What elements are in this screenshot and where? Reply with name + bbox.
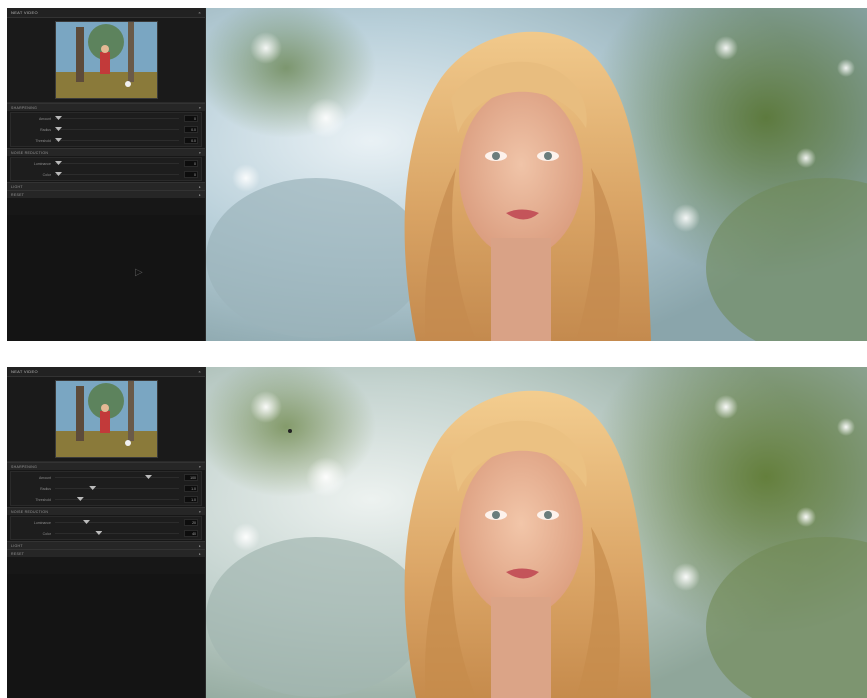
sharpening-section-header[interactable]: SHARPENING ▾ — [7, 103, 205, 111]
video-frame — [206, 367, 867, 698]
collapse-icon[interactable]: ▾ — [199, 465, 201, 469]
slider-value[interactable]: 0.0 — [184, 137, 198, 144]
slider-threshold[interactable]: Threshold 1.0 — [11, 494, 201, 505]
slider-value[interactable]: 0 — [184, 115, 198, 122]
slider-track[interactable] — [55, 533, 179, 534]
slider-luminance[interactable]: Luminance 20 — [11, 517, 201, 528]
top-screenshot: NEAT VIDEO × SHARPENING ▾ Amount 0 Radiu… — [7, 8, 867, 341]
slider-luminance[interactable]: Luminance 0 — [11, 158, 201, 169]
video-frame — [206, 8, 867, 341]
collapse-icon[interactable]: ▾ — [199, 510, 201, 514]
reset-section-header[interactable]: RESET ▸ — [7, 549, 205, 557]
slider-label: Color — [42, 172, 51, 177]
editor-panel: NEAT VIDEO × SHARPENING ▾ Amount — [7, 367, 206, 698]
slider-label: Color — [42, 531, 51, 536]
slider-label: Luminance — [33, 161, 51, 166]
noise-reduction-label: NOISE REDUCTION — [11, 150, 49, 155]
slider-amount[interactable]: Amount 0 — [11, 113, 201, 124]
slider-label: Radius — [40, 486, 51, 491]
close-icon[interactable]: × — [198, 369, 201, 374]
slider-label: Threshold — [35, 497, 51, 502]
slider-radius[interactable]: Radius 0.0 — [11, 124, 201, 135]
slider-value[interactable]: 100 — [184, 474, 198, 481]
slider-label: Amount — [38, 116, 51, 121]
slider-value[interactable]: 40 — [184, 530, 198, 537]
slider-track[interactable] — [55, 129, 179, 130]
slider-track[interactable] — [55, 174, 179, 175]
mouse-cursor-icon: ▷ — [135, 267, 143, 278]
light-section-header[interactable]: LIGHT ▸ — [7, 182, 205, 190]
slider-label: Amount — [38, 475, 51, 480]
collapse-icon[interactable]: ▾ — [199, 151, 201, 155]
slider-value[interactable]: 1.0 — [184, 496, 198, 503]
expand-icon[interactable]: ▸ — [199, 193, 201, 197]
slider-track[interactable] — [55, 499, 179, 500]
noise-reduction-label: NOISE REDUCTION — [11, 509, 49, 514]
expand-icon[interactable]: ▸ — [199, 185, 201, 189]
preview-thumbnail[interactable] — [54, 380, 158, 458]
sharpening-label: SHARPENING — [11, 464, 38, 469]
panel-empty-area — [7, 574, 205, 698]
reset-label: RESET — [11, 192, 25, 197]
expand-icon[interactable]: ▸ — [199, 552, 201, 556]
editor-panel: NEAT VIDEO × SHARPENING ▾ Amount — [7, 8, 206, 341]
preview-thumbnail-area — [7, 18, 205, 103]
slider-color[interactable]: Color 40 — [11, 528, 201, 539]
slider-label: Luminance — [33, 520, 51, 525]
slider-track[interactable] — [55, 522, 179, 523]
slider-track[interactable] — [55, 140, 179, 141]
sharpening-group: Amount 100 Radius 1.0 Threshold 1.0 — [10, 471, 202, 506]
reset-section-header[interactable]: RESET ▸ — [7, 190, 205, 198]
preview-thumbnail[interactable] — [54, 21, 158, 99]
light-label: LIGHT — [11, 543, 23, 548]
slider-value[interactable]: 20 — [184, 519, 198, 526]
noise-reduction-group: Luminance 0 Color 0 — [10, 157, 202, 181]
noise-reduction-section-header[interactable]: NOISE REDUCTION ▾ — [7, 507, 205, 515]
light-section-header[interactable]: LIGHT ▸ — [7, 541, 205, 549]
noise-reduction-section-header[interactable]: NOISE REDUCTION ▾ — [7, 148, 205, 156]
slider-threshold[interactable]: Threshold 0.0 — [11, 135, 201, 146]
panel-empty-area: ▷ — [7, 215, 205, 341]
panel-title: NEAT VIDEO — [11, 10, 38, 15]
slider-radius[interactable]: Radius 1.0 — [11, 483, 201, 494]
panel-header: NEAT VIDEO × — [7, 8, 205, 18]
preview-thumbnail-area — [7, 377, 205, 462]
slider-track[interactable] — [55, 163, 179, 164]
slider-label: Threshold — [35, 138, 51, 143]
slider-amount[interactable]: Amount 100 — [11, 472, 201, 483]
sharpening-group: Amount 0 Radius 0.0 Threshold 0.0 — [10, 112, 202, 147]
slider-value[interactable]: 0 — [184, 160, 198, 167]
panel-title: NEAT VIDEO — [11, 369, 38, 374]
slider-track[interactable] — [55, 118, 179, 119]
sharpening-section-header[interactable]: SHARPENING ▾ — [7, 462, 205, 470]
noise-reduction-group: Luminance 20 Color 40 — [10, 516, 202, 540]
slider-value[interactable]: 1.0 — [184, 485, 198, 492]
slider-value[interactable]: 0 — [184, 171, 198, 178]
panel-header: NEAT VIDEO × — [7, 367, 205, 377]
close-icon[interactable]: × — [198, 10, 201, 15]
slider-color[interactable]: Color 0 — [11, 169, 201, 180]
expand-icon[interactable]: ▸ — [199, 544, 201, 548]
slider-track[interactable] — [55, 477, 179, 478]
light-label: LIGHT — [11, 184, 23, 189]
slider-track[interactable] — [55, 488, 179, 489]
collapse-icon[interactable]: ▾ — [199, 106, 201, 110]
reset-label: RESET — [11, 551, 25, 556]
slider-label: Radius — [40, 127, 51, 132]
slider-value[interactable]: 0.0 — [184, 126, 198, 133]
bottom-screenshot: NEAT VIDEO × SHARPENING ▾ Amount 100 Rad… — [7, 367, 867, 698]
sharpening-label: SHARPENING — [11, 105, 38, 110]
